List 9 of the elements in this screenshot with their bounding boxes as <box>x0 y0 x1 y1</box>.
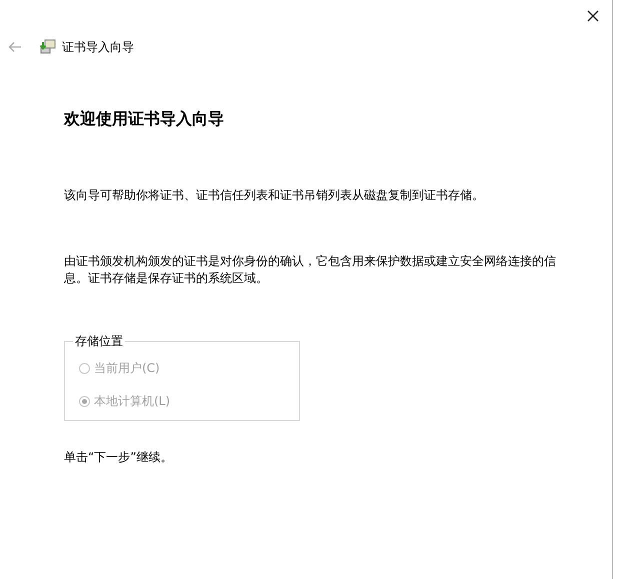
close-icon <box>587 10 599 22</box>
wizard-heading: 欢迎使用证书导入向导 <box>64 109 225 130</box>
certificate-icon <box>38 39 56 55</box>
description-text: 由证书颁发机构颁发的证书是对你身份的确认，它包含用来保护数据或建立安全网络连接的信息。证书存储是保存证书的系统区域。 <box>64 253 557 287</box>
description-text: 该向导可帮助你将证书、证书信任列表和证书吊销列表从磁盘复制到证书存储。 <box>64 187 485 204</box>
instruction-text: 单击“下一步”继续。 <box>64 449 174 466</box>
back-arrow-icon[interactable] <box>8 41 22 53</box>
group-label: 存储位置 <box>73 333 125 350</box>
window-title: 证书导入向导 <box>62 38 134 56</box>
